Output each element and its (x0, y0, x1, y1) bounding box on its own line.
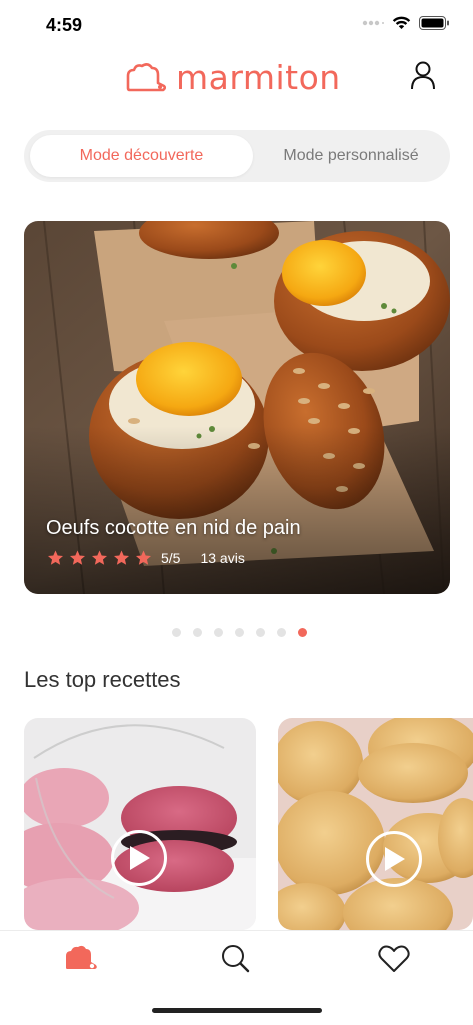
carousel-dot[interactable] (172, 628, 181, 637)
marmiton-logo[interactable]: marmiton (124, 58, 341, 97)
status-bar: 4:59 (0, 0, 473, 50)
star-icon (136, 550, 151, 565)
cellular-signal-icon (362, 20, 384, 26)
chef-hat-icon (66, 945, 97, 969)
tab-mode-personnalise[interactable]: Mode personnalisé (256, 135, 446, 177)
mode-switch: Mode découverte Mode personnalisé (24, 130, 450, 182)
review-count: 13 avis (200, 550, 245, 566)
status-time: 4:59 (46, 15, 83, 35)
battery-icon (419, 16, 449, 30)
hero-recipe-title: Oeufs cocotte en nid de pain (46, 517, 301, 539)
heart-icon (378, 945, 410, 972)
tab-favorites[interactable] (374, 941, 414, 977)
carousel-pagination (172, 628, 307, 637)
recipe-card[interactable] (278, 718, 473, 930)
hero-rating: 5/5 13 avis (46, 549, 245, 567)
play-video-button[interactable] (111, 830, 167, 886)
tab-mode-decouverte[interactable]: Mode découverte (30, 135, 253, 177)
hero-recipe-card[interactable]: Oeufs cocotte en nid de pain 5/5 13 avis (24, 221, 450, 594)
logo-text: marmiton (176, 58, 341, 97)
search-icon (222, 945, 250, 973)
tab-search[interactable] (216, 941, 256, 977)
user-icon (411, 61, 435, 90)
status-icons (362, 16, 449, 30)
rating-stars (46, 549, 153, 567)
tab-home[interactable] (60, 941, 100, 977)
rating-score: 5/5 (161, 550, 181, 566)
recipe-card[interactable] (24, 718, 256, 930)
wifi-icon (392, 16, 411, 29)
play-video-button[interactable] (366, 831, 422, 887)
section-title-top-recettes: Les top recettes (24, 667, 181, 692)
star-icon (114, 550, 129, 565)
profile-button[interactable] (410, 60, 436, 90)
star-icon (48, 550, 63, 565)
play-icon (130, 846, 150, 870)
star-icon (70, 550, 85, 565)
carousel-dot[interactable] (277, 628, 286, 637)
carousel-dot[interactable] (214, 628, 223, 637)
home-indicator (152, 1008, 322, 1013)
carousel-dot[interactable] (235, 628, 244, 637)
star-icon (92, 550, 107, 565)
carousel-dot[interactable] (193, 628, 202, 637)
carousel-dot[interactable] (256, 628, 265, 637)
chef-hat-logo-icon (126, 62, 166, 91)
carousel-dot-active[interactable] (298, 628, 307, 637)
play-icon (385, 847, 405, 871)
app-header: marmiton (0, 52, 473, 102)
macarons-photo (24, 718, 256, 930)
cookies-photo (278, 718, 473, 930)
